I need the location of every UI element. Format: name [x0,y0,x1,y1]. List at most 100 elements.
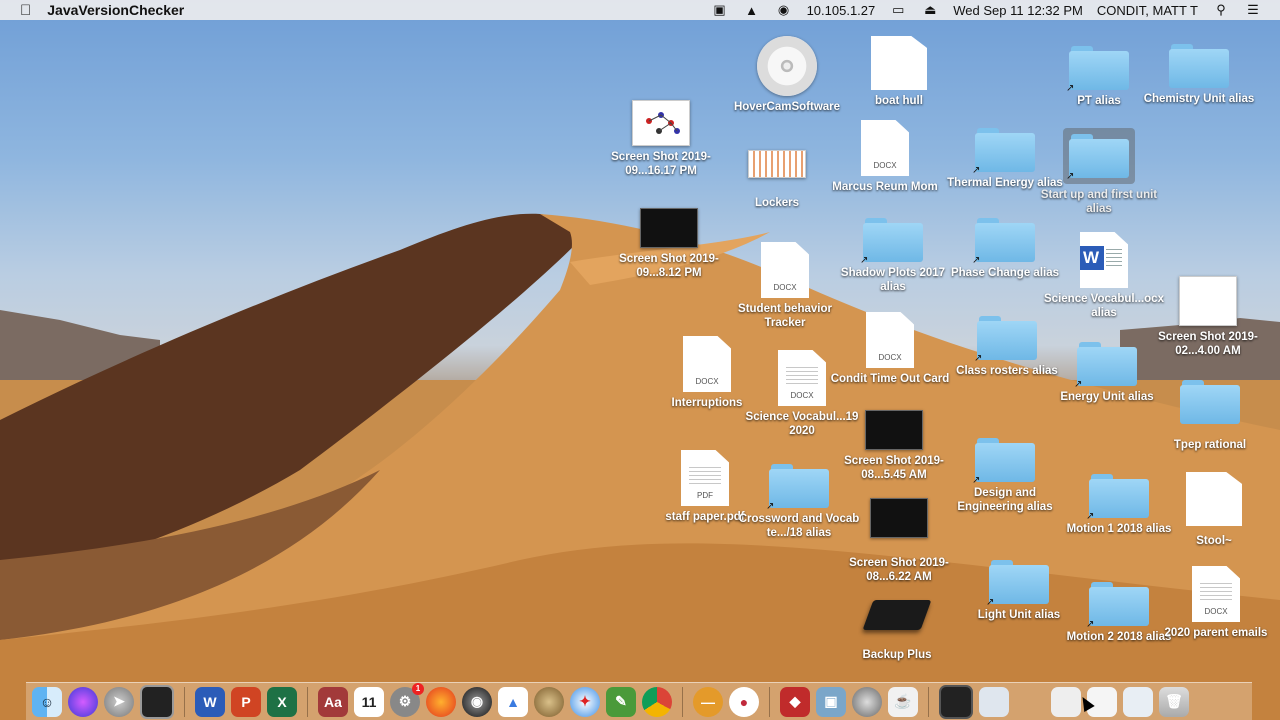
desktop-icon-document[interactable]: DOCX 2020 parent emails [1151,566,1280,640]
search-icon[interactable]: ⚲ [1212,2,1230,17]
trash-icon[interactable]: 🗑 [1159,686,1189,717]
screenshot-thumbnail-icon [640,208,698,248]
spreadsheet-thumbnail-icon [748,150,806,178]
alias-arrow-icon: ↗ [972,475,981,486]
folder-icon [1180,380,1240,424]
firefox-icon[interactable] [426,686,456,717]
siri-icon[interactable] [68,686,98,717]
desktop-icon-document[interactable]: DOCX Marcus Reum Mom [820,120,950,194]
safari-icon[interactable]: ✦ [570,686,600,717]
eye-icon[interactable]: ◉ [775,2,793,17]
eject-icon[interactable]: ⏏ [921,2,939,17]
alias-arrow-icon: ↗ [1074,379,1083,390]
folder-icon: ↗ [972,438,1035,486]
ruby-app-icon[interactable]: ◆ [780,686,810,717]
folder-icon: ↗ [1066,134,1129,182]
file-icon [871,36,927,90]
scanner-app-icon[interactable]: — [693,686,723,717]
dock-separator [928,686,929,717]
excel-icon[interactable]: X [267,686,297,717]
folder-icon: ↗ [972,218,1035,266]
desktop-icon-cd[interactable]: HoverCamSoftware [722,36,852,114]
folder-icon: ↗ [974,316,1037,364]
notification-center-icon[interactable]: ☰ [1244,2,1262,17]
desktop-icon-document[interactable]: DOCX Condit Time Out Card [825,312,955,386]
minimized-window-thumbnail[interactable] [939,684,973,719]
camera-icon[interactable]: ▣ [711,2,729,17]
alias-arrow-icon: ↗ [1066,171,1075,182]
desktop-icon-folder[interactable]: ↗ Design and Engineering alias [940,438,1070,514]
clock[interactable]: Wed Sep 11 12:32 PM [953,3,1083,18]
launchpad-icon[interactable]: ➤ [104,686,134,717]
alias-arrow-icon: ↗ [972,165,981,176]
dock: ☺ ➤ W P X Aa 11 ⚙ 1 ◉ ▲ ✦ ✎ — ● ◆ ▣ ☕ 🗑 [26,682,1252,720]
folder-icon: ↗ [860,218,923,266]
docx-file-icon: DOCX [761,242,809,298]
folder-icon: ↗ [1086,582,1149,630]
preview-icon[interactable]: ▣ [816,686,846,717]
folder-icon [1169,44,1229,88]
alias-arrow-icon: ↗ [766,501,775,512]
powerpoint-icon[interactable]: P [231,686,261,717]
dock-separator [184,686,185,717]
minimized-window-thumbnail[interactable] [1123,686,1153,717]
alias-arrow-icon: ↗ [972,255,981,266]
apple-menu-icon[interactable]:  [20,2,31,19]
screenshot-thumbnail-icon [1179,276,1237,326]
desktop-icon-screenshot[interactable]: Screen Shot 2019-02...4.00 AM [1143,276,1273,358]
ip-address[interactable]: 10.105.1.27 [807,3,876,18]
desktop-icon-drive[interactable]: Backup Plus [832,600,962,662]
calendar-icon[interactable]: 11 [354,686,384,717]
desktop-icon-screenshot[interactable]: Screen Shot 2019-09...8.12 PM [604,208,734,280]
pdf-file-icon: PDF [681,450,729,506]
screenshot-thumbnail-icon [870,498,928,538]
folder-icon: ↗ [766,464,829,512]
screenshot-thumbnail-icon [865,410,923,450]
cd-disc-icon [757,36,817,96]
desktop-icon-file[interactable]: Stool~ [1149,472,1279,548]
word-document-icon: W [1080,232,1128,288]
mission-control-icon[interactable] [140,684,174,719]
desktop-icon-folder[interactable]: Tpep rational [1145,380,1275,452]
word-icon[interactable]: W [195,686,225,717]
docx-file-icon: DOCX [683,336,731,392]
dock-separator [307,686,308,717]
desktop-icon-folder-selected[interactable]: ↗ Start up and first unit alias [1034,128,1164,216]
dock-separator [769,686,770,717]
photo-booth-icon[interactable] [852,686,882,717]
folder-icon: ↗ [1086,474,1149,522]
external-drive-icon [862,600,932,630]
folder-icon: ↗ [1074,342,1137,390]
finder-icon[interactable]: ☺ [32,686,62,717]
file-icon [1186,472,1242,526]
system-preferences-icon[interactable]: ⚙ 1 [390,682,424,717]
user-name[interactable]: CONDIT, MATT T [1097,3,1198,18]
desktop-icon-folder[interactable]: ↗ Shadow Plots 2017 alias [828,218,958,294]
dictionary-icon[interactable]: Aa [318,686,348,717]
alias-arrow-icon: ↗ [1066,83,1075,94]
docx-file-icon: DOCX [778,350,826,406]
notification-badge: 1 [412,682,424,695]
desktop-icon-folder[interactable]: Chemistry Unit alias [1134,44,1264,106]
news-icon[interactable]: ● [729,686,759,717]
minimized-window-thumbnail[interactable] [979,686,1009,717]
desktop-icon-screenshot[interactable]: Screen Shot 2019-09...16.17 PM [596,100,726,178]
docx-file-icon: DOCX [861,120,909,176]
airplay-icon[interactable]: ▭ [889,2,907,17]
chrome-icon[interactable] [642,686,672,717]
drive-icon[interactable]: ▲ [743,3,761,18]
alias-arrow-icon: ↗ [1086,619,1095,630]
active-app-name[interactable]: JavaVersionChecker [47,2,184,18]
java-icon[interactable]: ☕ [888,686,918,717]
desktop-icon-document[interactable]: boat hull [834,36,964,108]
minimized-window-thumbnail[interactable] [1051,686,1081,717]
folder-icon: ↗ [972,128,1035,176]
google-drive-icon[interactable]: ▲ [498,686,528,717]
eye-app-icon[interactable]: ◉ [462,686,492,717]
pencil-app-icon[interactable]: ✎ [606,686,636,717]
dock-separator [682,686,683,717]
planet-app-icon[interactable] [534,686,564,717]
alias-arrow-icon: ↗ [974,353,983,364]
alias-arrow-icon: ↗ [860,255,869,266]
docx-file-icon: DOCX [1192,566,1240,622]
